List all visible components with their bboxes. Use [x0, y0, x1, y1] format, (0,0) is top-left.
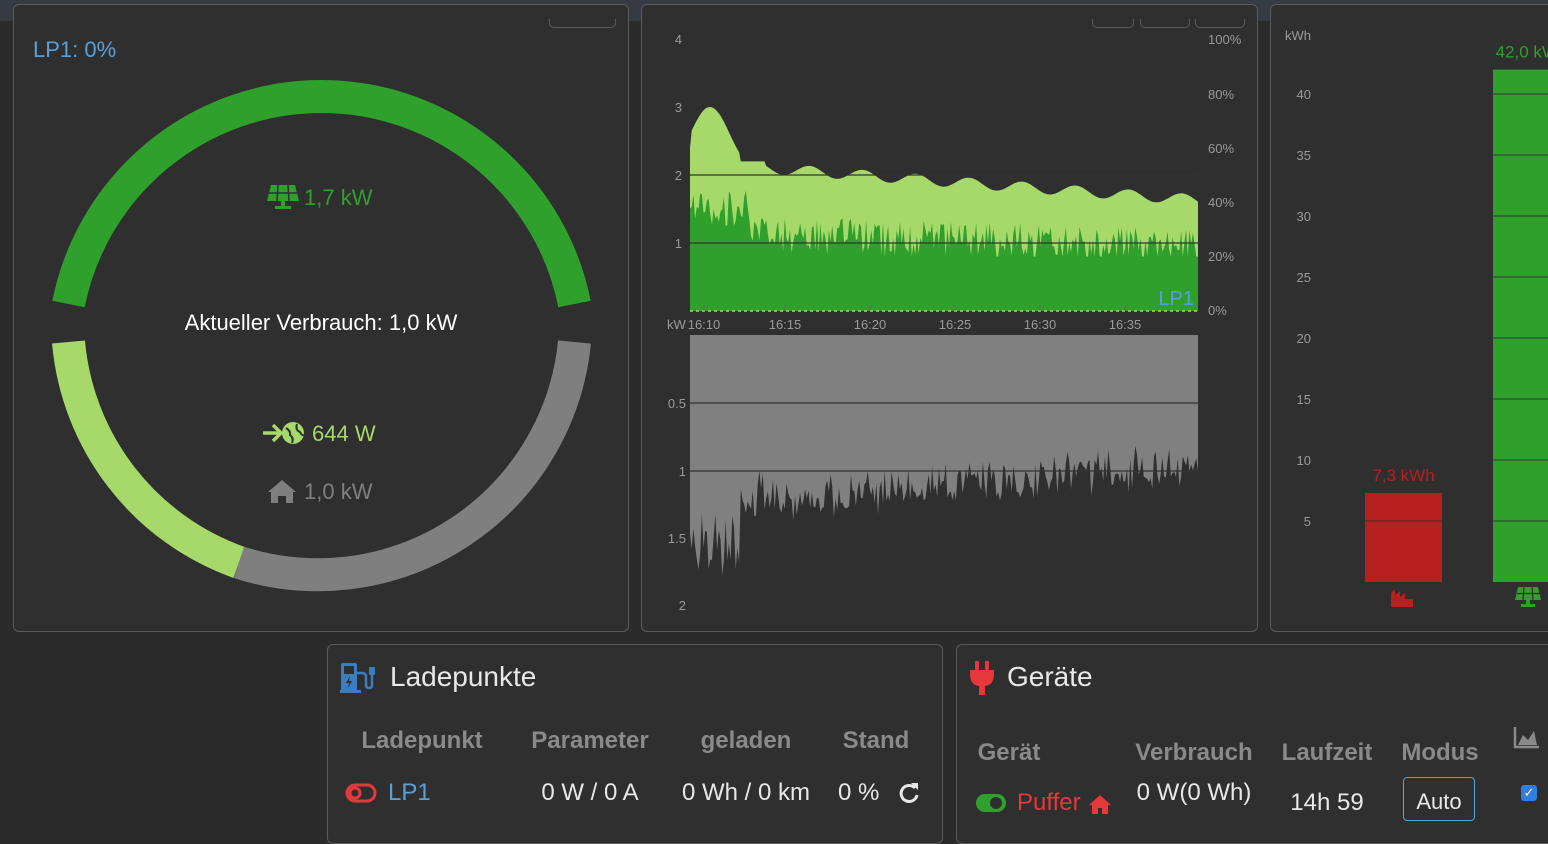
time-tick: 16:10 [688, 317, 721, 332]
time-tick: 16:15 [769, 317, 802, 332]
geraete-title: Geräte [1007, 661, 1093, 692]
col-header: Laufzeit [1281, 739, 1373, 766]
refresh-icon[interactable] [898, 782, 920, 804]
col-header: Gerät [977, 739, 1041, 766]
current-consumption-label: Aktueller Verbrauch: 1,0 kW [185, 310, 458, 335]
device-name[interactable]: Puffer [1017, 789, 1081, 817]
time-tick: 16:30 [1024, 317, 1057, 332]
col-header: Verbrauch [1135, 739, 1253, 766]
lp1-series-label: LP1 [1158, 288, 1194, 310]
solar-panel-icon [267, 184, 299, 209]
toggle-on-icon[interactable] [975, 793, 1007, 813]
house-power-value: 1,0 kW [304, 479, 373, 504]
soc-tick: 100% [1208, 32, 1242, 47]
pv-icon [1515, 586, 1541, 607]
mode-button[interactable]: Auto [1403, 777, 1475, 821]
evu-bar [1365, 492, 1442, 582]
chart-area-icon[interactable] [1513, 725, 1541, 751]
y-tick: 2 [675, 168, 682, 183]
lp-charged: 0 Wh / 0 km [681, 779, 811, 806]
y-axis-label: kWh [1285, 28, 1311, 43]
energy-flow-card: LP1: 0% 1,7 kW Aktueller Verbrauch: 1,0 … [13, 4, 629, 632]
lp-soc: 0 % [838, 779, 880, 806]
house-arc [233, 340, 591, 592]
y-tick: 1.5 [668, 531, 686, 546]
house-consumption-area [690, 335, 1198, 576]
time-tick: 16:25 [939, 317, 972, 332]
grid-import-icon [263, 422, 305, 444]
lp-name-link[interactable]: LP1 [388, 779, 431, 807]
y-tick: 15 [1297, 392, 1311, 407]
y-tick: 35 [1297, 148, 1311, 163]
power-chart: 4 3 2 1 100% 80% 60% 40% 20% 0% LP1 kW 1… [667, 32, 1242, 613]
soc-tick: 60% [1208, 141, 1234, 156]
y-tick: 4 [675, 32, 682, 47]
device-chart-checkbox[interactable]: ✓ [1521, 785, 1537, 801]
house-icon [1089, 795, 1111, 814]
device-runtime: 14h 59 [1290, 789, 1364, 816]
time-tick: 16:35 [1109, 317, 1142, 332]
y-tick: 3 [675, 100, 682, 115]
lp-parameter: 0 W / 0 A [541, 779, 639, 806]
house-icon [268, 480, 296, 503]
geraete-card: Geräte Gerät Verbrauch Laufzeit Modus Pu… [956, 644, 1548, 844]
unit-label: kW [667, 317, 687, 332]
power-chart-card: 4 3 2 1 100% 80% 60% 40% 20% 0% LP1 kW 1… [641, 4, 1258, 632]
y-tick: 1 [675, 236, 682, 251]
plug-icon [970, 661, 994, 695]
y-tick: 40 [1297, 87, 1311, 102]
soc-tick: 20% [1208, 249, 1234, 264]
col-header: geladen [700, 727, 792, 754]
energy-bar-card: kWh 40 35 30 25 20 15 10 5 7,3 kWh 42,0 kWh [1270, 4, 1548, 632]
toggle-off-icon[interactable] [345, 783, 377, 803]
energy-bar-chart: kWh 40 35 30 25 20 15 10 5 7,3 kWh 42,0 kWh [1285, 28, 1548, 607]
evu-icon [1391, 589, 1413, 607]
grid-power-value: 644 W [312, 421, 376, 446]
col-header: Ladepunkt [361, 727, 483, 754]
y-tick: 0.5 [668, 396, 686, 411]
time-tick: 16:20 [854, 317, 887, 332]
ladepunkte-card: Ladepunkte Ladepunkt Parameter geladen S… [327, 644, 943, 844]
soc-tick: 0% [1208, 303, 1227, 318]
ladepunkte-title: Ladepunkte [390, 661, 537, 692]
y-tick: 2 [679, 598, 686, 613]
col-header: Parameter [531, 727, 649, 754]
bar-value-label: 7,3 kWh [1372, 466, 1434, 485]
soc-tick: 40% [1208, 195, 1234, 210]
y-tick: 10 [1297, 453, 1311, 468]
y-tick: 30 [1297, 209, 1311, 224]
y-tick: 20 [1297, 331, 1311, 346]
soc-tick: 80% [1208, 87, 1234, 102]
y-tick: 5 [1304, 514, 1311, 529]
y-tick: 1 [679, 464, 686, 479]
charging-station-icon [340, 663, 375, 693]
pv-bar [1493, 69, 1548, 583]
energy-donut: 1,7 kW Aktueller Verbrauch: 1,0 kW 644 W… [52, 80, 591, 592]
col-header: Modus [1401, 739, 1479, 766]
pv-power-value: 1,7 kW [304, 185, 373, 210]
device-consumption: 0 W(0 Wh) [1136, 779, 1252, 806]
grid-import-arc [52, 340, 245, 578]
y-tick: 25 [1297, 270, 1311, 285]
bar-value-label: 42,0 kWh [1496, 43, 1548, 62]
col-header: Stand [842, 727, 910, 754]
